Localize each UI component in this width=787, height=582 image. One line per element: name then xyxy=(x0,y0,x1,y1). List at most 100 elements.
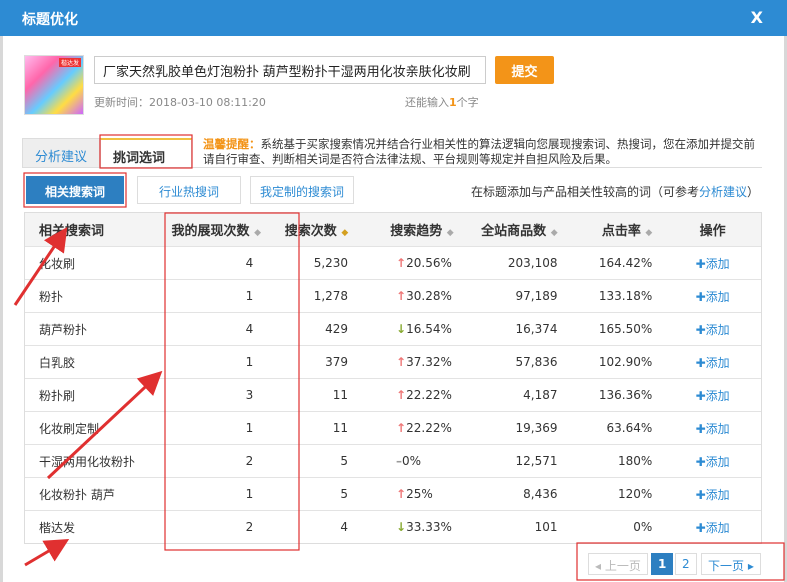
add-button[interactable]: ✚添加 xyxy=(664,321,761,338)
header-search[interactable]: 搜索次数 ◆ xyxy=(266,220,361,239)
cell-ctr: 164.42% xyxy=(598,256,653,270)
header-word: 相关搜索词 xyxy=(39,224,105,239)
tab-divider xyxy=(22,167,762,168)
cell-word: 楷达发 xyxy=(39,520,76,535)
add-button[interactable]: ✚添加 xyxy=(664,354,761,371)
subtab-custom[interactable]: 我定制的搜索词 xyxy=(250,176,354,204)
trend-value: 20.56% xyxy=(406,256,452,270)
product-thumbnail: 楷达发 xyxy=(24,55,84,115)
plus-icon: ✚ xyxy=(695,355,706,370)
cell-mine: 2 xyxy=(245,454,254,468)
cell-total: 97,189 xyxy=(515,289,558,303)
trend-up-icon: ↑ xyxy=(396,355,407,369)
add-button[interactable]: ✚添加 xyxy=(664,519,761,536)
add-button[interactable]: ✚添加 xyxy=(664,288,761,305)
header-mine[interactable]: 我的展现次数 ◆ xyxy=(166,220,266,239)
subtab-related[interactable]: 相关搜索词 xyxy=(26,176,124,204)
trend-value: 30.28% xyxy=(406,289,452,303)
header-total[interactable]: 全站商品数 ◆ xyxy=(470,220,570,239)
header-ctr[interactable]: 点击率 ◆ xyxy=(570,220,665,239)
tip: 温馨提醒：系统基于买家搜索情况并结合行业相关性的算法逻辑向您展现搜索词、热搜词，… xyxy=(203,137,763,167)
cell-ctr: 136.36% xyxy=(598,388,653,402)
cell-total: 101 xyxy=(534,520,558,534)
cell-ctr: 133.18% xyxy=(598,289,653,303)
table-row: 葫芦粉扑 4 429 ↓16.54% 16,374 165.50% ✚添加 xyxy=(25,312,761,345)
add-label: 添加 xyxy=(705,520,730,535)
cell-mine: 2 xyxy=(245,520,254,534)
table-row: 粉扑刷 3 11 ↑22.22% 4,187 136.36% ✚添加 xyxy=(25,378,761,411)
cell-trend: ↑20.56% xyxy=(360,256,470,270)
cell-search: 1,278 xyxy=(313,289,349,303)
add-label: 添加 xyxy=(705,322,730,337)
cell-trend: –0% xyxy=(360,454,470,468)
plus-icon: ✚ xyxy=(695,421,706,436)
remaining-chars: 还能输入1个字 xyxy=(405,94,479,110)
close-button[interactable]: X xyxy=(751,8,763,27)
table-row: 干湿两用化妆粉扑 2 5 –0% 12,571 180% ✚添加 xyxy=(25,444,761,477)
cell-search: 5 xyxy=(340,487,349,501)
add-label: 添加 xyxy=(705,289,730,304)
add-button[interactable]: ✚添加 xyxy=(664,255,761,272)
cell-trend: ↑22.22% xyxy=(360,421,470,435)
plus-icon: ✚ xyxy=(695,256,706,271)
trend-up-icon: ↑ xyxy=(396,421,407,435)
analysis-link[interactable]: 分析建议 xyxy=(699,185,747,199)
page-2[interactable]: 2 xyxy=(675,553,697,575)
sort-icon: ◆ xyxy=(446,228,454,238)
cell-search: 11 xyxy=(332,421,349,435)
tab-pick-words[interactable]: 挑词选词 xyxy=(100,138,192,168)
add-button[interactable]: ✚添加 xyxy=(664,453,761,470)
cell-word: 粉扑 xyxy=(39,289,64,304)
cell-search: 11 xyxy=(332,388,349,402)
header-total-label: 全站商品数 xyxy=(481,224,547,239)
cell-trend: ↑37.32% xyxy=(360,355,470,369)
add-button[interactable]: ✚添加 xyxy=(664,387,761,404)
prev-page-button[interactable]: ◂ 上一页 xyxy=(588,553,648,575)
trend-value: 25% xyxy=(406,487,433,501)
cell-total: 12,571 xyxy=(515,454,558,468)
cell-trend: ↓33.33% xyxy=(360,520,470,534)
tab-analysis[interactable]: 分析建议 xyxy=(22,138,101,168)
cell-mine: 1 xyxy=(245,421,254,435)
table-header: 相关搜索词 我的展现次数 ◆ 搜索次数 ◆ 搜索趋势 ◆ 全站商品数 ◆ 点击率… xyxy=(25,213,761,246)
keyword-table: 相关搜索词 我的展现次数 ◆ 搜索次数 ◆ 搜索趋势 ◆ 全站商品数 ◆ 点击率… xyxy=(24,212,762,544)
cell-word: 化妆刷 xyxy=(39,256,76,271)
cell-mine: 1 xyxy=(245,487,254,501)
sort-icon: ◆ xyxy=(341,228,349,238)
title-input[interactable] xyxy=(94,56,486,84)
next-page-button[interactable]: 下一页 ▸ xyxy=(701,553,761,575)
thumb-badge: 楷达发 xyxy=(58,58,81,67)
trend-up-icon: ↑ xyxy=(396,256,407,270)
page-1[interactable]: 1 xyxy=(651,553,674,575)
trend-value: 33.33% xyxy=(406,520,452,534)
add-button[interactable]: ✚添加 xyxy=(664,486,761,503)
cell-ctr: 165.50% xyxy=(598,322,653,336)
cell-word: 化妆刷定制 xyxy=(39,421,100,436)
header-trend[interactable]: 搜索趋势 ◆ xyxy=(360,220,470,239)
header-mine-label: 我的展现次数 xyxy=(171,224,250,239)
add-label: 添加 xyxy=(705,487,730,502)
table-row: 化妆刷定制 1 11 ↑22.22% 19,369 63.64% ✚添加 xyxy=(25,411,761,444)
cell-mine: 1 xyxy=(245,355,254,369)
submit-button[interactable]: 提交 xyxy=(495,56,554,84)
add-label: 添加 xyxy=(705,388,730,403)
cell-trend: ↑30.28% xyxy=(360,289,470,303)
add-label: 添加 xyxy=(705,256,730,271)
sort-icon: ◆ xyxy=(645,228,653,238)
trend-up-icon: ↑ xyxy=(396,487,407,501)
cell-trend: ↑22.22% xyxy=(360,388,470,402)
cell-total: 203,108 xyxy=(507,256,558,270)
plus-icon: ✚ xyxy=(695,289,706,304)
add-label: 添加 xyxy=(705,454,730,469)
plus-icon: ✚ xyxy=(695,487,706,502)
subtab-industry-hot[interactable]: 行业热搜词 xyxy=(137,176,241,204)
add-button[interactable]: ✚添加 xyxy=(664,420,761,437)
add-label: 添加 xyxy=(705,355,730,370)
cell-search: 4 xyxy=(340,520,349,534)
cell-ctr: 180% xyxy=(617,454,653,468)
remain-count: 1 xyxy=(449,96,457,109)
plus-icon: ✚ xyxy=(695,322,706,337)
cell-search: 5 xyxy=(340,454,349,468)
cell-mine: 1 xyxy=(245,289,254,303)
table-row: 化妆粉扑 葫芦 1 5 ↑25% 8,436 120% ✚添加 xyxy=(25,477,761,510)
